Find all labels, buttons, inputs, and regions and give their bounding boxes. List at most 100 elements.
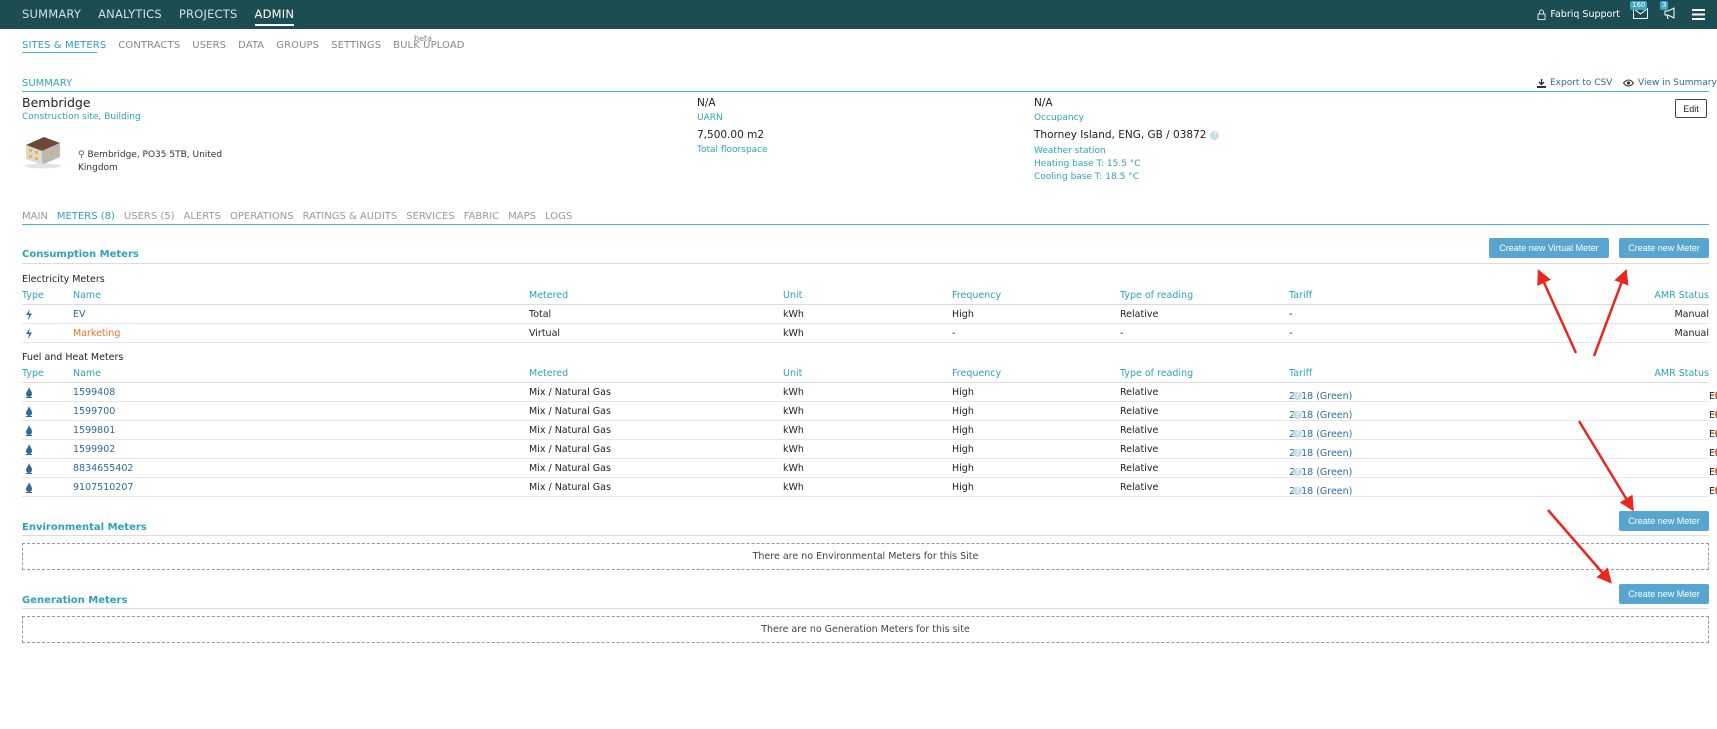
meter-name-link[interactable]: EV	[73, 309, 86, 320]
nav-summary[interactable]: SUMMARY	[22, 7, 81, 26]
col-metered: Metered	[529, 368, 569, 379]
frequency: High	[952, 463, 974, 474]
eye-icon	[1623, 79, 1634, 87]
subnav-data[interactable]: DATA	[238, 40, 264, 51]
tab-maps[interactable]: MAPS	[508, 211, 536, 222]
metered: Mix / Natural Gas	[529, 387, 611, 398]
unit: kWh	[783, 387, 804, 398]
subnav-contracts[interactable]: CONTRACTS	[118, 40, 180, 51]
meter-name-link[interactable]: 1599902	[73, 444, 115, 455]
meter-name-link[interactable]: 9107510207	[73, 482, 133, 493]
table-row[interactable]: 1599902 Mix / Natural Gas kWh High Relative 2…	[22, 440, 1717, 459]
mail-button[interactable]: 160	[1630, 1, 1650, 22]
site-tabs: MAIN METERS (8) USERS (5) ALERTS OPERATI…	[22, 211, 572, 222]
table-row[interactable]: Marketing Virtual kWh - - - Manual	[22, 324, 1709, 343]
building-icon	[25, 137, 61, 169]
tab-fabric[interactable]: FABRIC	[464, 211, 499, 222]
create-environmental-meter-button[interactable]: Create new Meter	[1619, 511, 1709, 531]
help-icon[interactable]: ?	[1210, 130, 1220, 140]
metered: Virtual	[529, 328, 561, 339]
frequency: High	[952, 387, 974, 398]
tab-alerts[interactable]: ALERTS	[184, 211, 221, 222]
generation-meters-title: Generation Meters	[22, 595, 128, 606]
reading-type: Relative	[1120, 444, 1159, 455]
help-icon[interactable]: ?	[1293, 448, 1302, 457]
export-csv-link[interactable]: Export to CSV	[1537, 78, 1612, 88]
occupancy-label: Occupancy	[1034, 113, 1084, 123]
table-row[interactable]: 1599700 Mix / Natural Gas kWh High Relative 2…	[22, 402, 1717, 421]
table-row[interactable]: 8834655402 Mix / Natural Gas kWh High Relati…	[22, 459, 1717, 478]
lock-icon	[1537, 9, 1546, 20]
hamburger-menu-icon[interactable]	[1692, 8, 1705, 20]
frequency: High	[952, 444, 974, 455]
col-amr-status: AMR Status	[1654, 368, 1709, 379]
subnav-groups[interactable]: GROUPS	[276, 40, 319, 51]
meter-name-link[interactable]: 8834655402	[73, 463, 133, 474]
fuel-heat-meters-title: Fuel and Heat Meters	[22, 352, 124, 363]
create-virtual-meter-button[interactable]: Create new Virtual Meter	[1489, 238, 1609, 258]
tab-main[interactable]: MAIN	[22, 211, 48, 222]
tab-logs[interactable]: LOGS	[545, 211, 572, 222]
site-address: ⚲ Bembridge, PO35 5TB, United Kingdom	[78, 149, 228, 175]
tab-ratings-audits[interactable]: RATINGS & AUDITS	[303, 211, 398, 222]
user-name: Fabriq Support	[1550, 8, 1620, 20]
help-icon[interactable]: ?	[1293, 467, 1302, 476]
help-icon[interactable]: ?	[1293, 410, 1302, 419]
floorspace-value: 7,500.00 m2	[697, 129, 765, 141]
col-name: Name	[73, 290, 102, 301]
help-icon[interactable]: ?	[1293, 429, 1302, 438]
flame-icon	[25, 425, 33, 439]
top-right-tools: Fabriq Support 160 3	[1537, 1, 1705, 22]
frequency: High	[952, 425, 974, 436]
help-icon[interactable]: ?	[1293, 391, 1302, 400]
table-row[interactable]: 1599801 Mix / Natural Gas kWh High Relative 2…	[22, 421, 1717, 440]
electricity-table-header: Type Name Metered Unit Frequency Type of…	[22, 290, 1709, 304]
flame-icon	[25, 406, 33, 420]
metered: Mix / Natural Gas	[529, 406, 611, 417]
help-icon[interactable]: ?	[1293, 486, 1302, 495]
notifications-button[interactable]: 3	[1660, 1, 1680, 22]
meter-name-link[interactable]: 1599801	[73, 425, 115, 436]
tab-users[interactable]: USERS (5)	[124, 211, 175, 222]
export-csv-label: Export to CSV	[1550, 78, 1613, 88]
environmental-meters-title: Environmental Meters	[22, 522, 147, 533]
reading-type: Relative	[1120, 463, 1159, 474]
subnav-users[interactable]: USERS	[192, 40, 226, 51]
lightning-icon	[25, 309, 33, 323]
nav-analytics[interactable]: ANALYTICS	[98, 7, 162, 26]
flame-icon	[25, 387, 33, 401]
nav-admin[interactable]: ADMIN	[254, 7, 295, 26]
fuel-table-header: Type Name Metered Unit Frequency Type of…	[22, 368, 1709, 382]
create-generation-meter-button[interactable]: Create new Meter	[1619, 584, 1709, 604]
meter-name-link[interactable]: 1599700	[73, 406, 115, 417]
admin-subnav: SITES & METERS CONTRACTS USERS DATA GROU…	[22, 40, 465, 51]
metered: Mix / Natural Gas	[529, 482, 611, 493]
tab-meters[interactable]: METERS (8)	[57, 211, 115, 222]
tab-operations[interactable]: OPERATIONS	[230, 211, 294, 222]
meter-name-link[interactable]: 1599408	[73, 387, 115, 398]
create-meter-button[interactable]: Create new Meter	[1619, 238, 1709, 258]
subnav-sites-meters[interactable]: SITES & METERS	[22, 40, 106, 51]
col-type: Type	[22, 368, 44, 379]
cooling-base: Cooling base T: 18.5 °C	[1034, 172, 1139, 182]
tab-services[interactable]: SERVICES	[406, 211, 455, 222]
user-menu[interactable]: Fabriq Support	[1537, 9, 1620, 20]
col-metered: Metered	[529, 290, 569, 301]
notif-count-badge: 3	[1660, 1, 1669, 10]
view-in-summary-link[interactable]: View in Summary	[1623, 78, 1717, 88]
meter-name-link[interactable]: Marketing	[73, 328, 120, 339]
edit-button[interactable]: Edit	[1675, 99, 1707, 118]
table-row[interactable]: EV Total kWh High Relative - Manual	[22, 305, 1709, 324]
site-type: Construction site, Building	[22, 112, 141, 122]
site-name: Bembridge	[22, 95, 91, 110]
metered: Total	[529, 309, 552, 320]
unit: kWh	[783, 463, 804, 474]
table-row[interactable]: 9107510207 Mix / Natural Gas kWh High Relati…	[22, 478, 1717, 497]
nav-projects[interactable]: PROJECTS	[179, 7, 238, 26]
metered: Mix / Natural Gas	[529, 444, 611, 455]
tariff: -	[1289, 328, 1293, 339]
address-text: Bembridge, PO35 5TB, United Kingdom	[78, 150, 223, 173]
table-row[interactable]: 1599408 Mix / Natural Gas kWh High Relative 2…	[22, 383, 1717, 402]
subnav-settings[interactable]: SETTINGS	[331, 40, 381, 51]
col-tariff: Tariff	[1289, 290, 1313, 301]
